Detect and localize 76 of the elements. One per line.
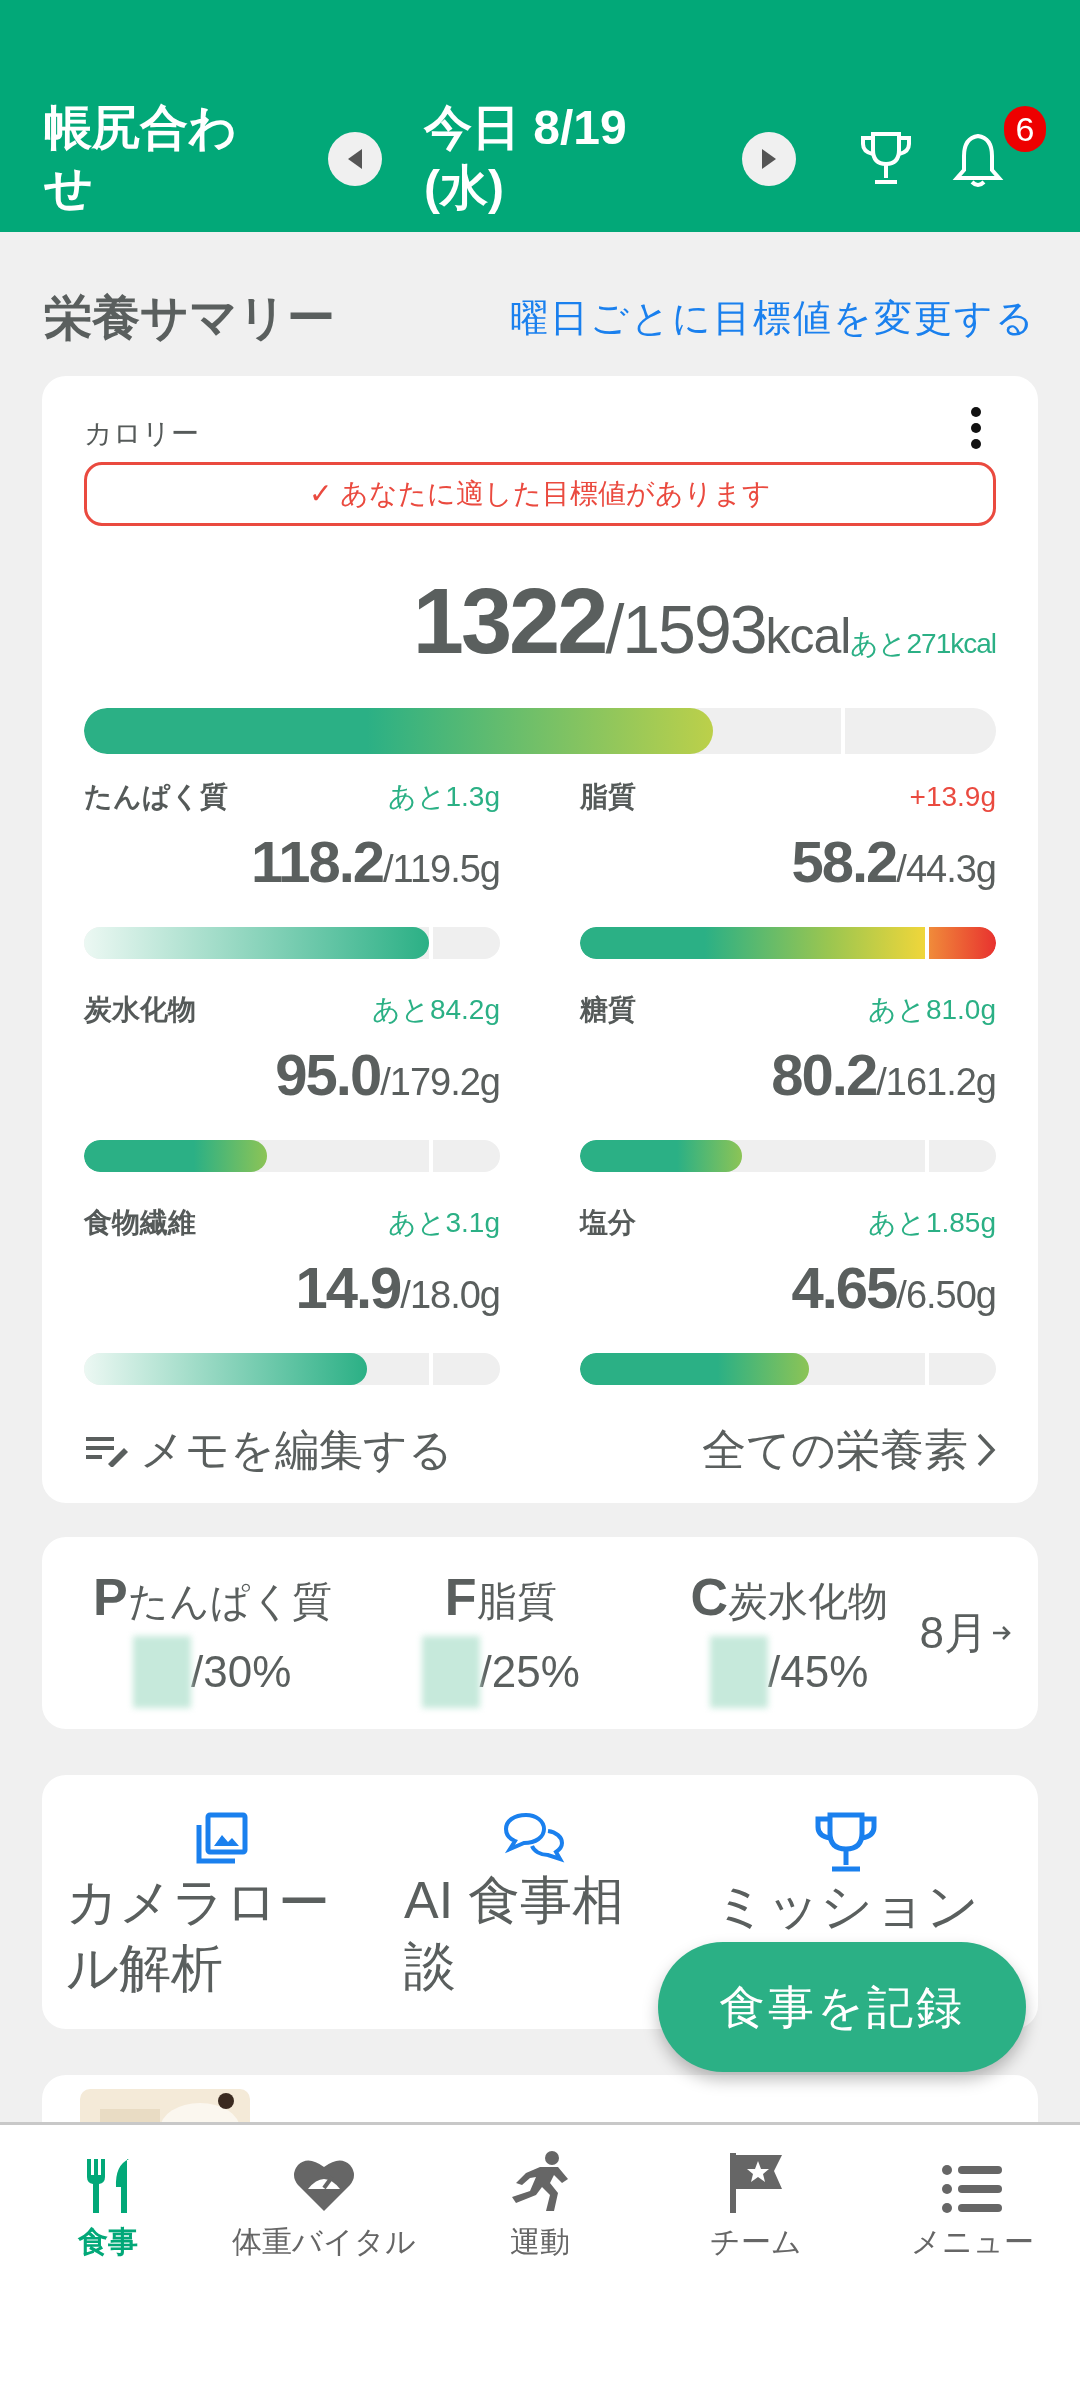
- blurred-value: [710, 1636, 769, 1708]
- nutrient-target: /179.2g: [380, 1061, 500, 1105]
- right-triangle-icon: [760, 148, 778, 170]
- nutrient-label: 糖質: [580, 993, 636, 1027]
- arrow-right-icon: [992, 1624, 1012, 1642]
- nutrient-target: /161.2g: [876, 1061, 996, 1105]
- macro-label: 脂質: [476, 1578, 557, 1625]
- nutrient-remaining: +13.9g: [909, 780, 996, 814]
- left-triangle-icon: [346, 148, 364, 170]
- macro-letter: C: [690, 1567, 729, 1628]
- calorie-remaining: あと271kcal: [850, 627, 996, 661]
- nutrient-label: 炭水化物: [84, 993, 196, 1027]
- section-title: 栄養サマリー: [44, 290, 335, 346]
- more-vertical-icon: [970, 406, 982, 450]
- month-label: 8月: [919, 1607, 988, 1659]
- star-flag-icon: [728, 2151, 784, 2213]
- runner-icon: [510, 2151, 570, 2213]
- recommended-target-notice[interactable]: ✓ あなたに適した目標値があります: [84, 462, 996, 526]
- nutrient-remaining: あと1.85g: [867, 1206, 996, 1240]
- macro-letter: P: [92, 1567, 128, 1628]
- edit-memo-button[interactable]: メモを編集する: [84, 1417, 453, 1483]
- pfc-balance-card[interactable]: Pたんぱく質 /30% F脂質 /25% C炭水化物 /45% 8月: [42, 1537, 1038, 1729]
- bell-icon: [952, 132, 1004, 188]
- macro-label: たんぱく質: [127, 1578, 332, 1625]
- nutrient-label: 食物繊維: [84, 1206, 196, 1240]
- nutrient-target: /119.5g: [383, 848, 500, 892]
- macro-target-ratio: /45%: [768, 1646, 869, 1698]
- trophy-icon: [813, 1811, 879, 1873]
- nutrient-label: たんぱく質: [84, 780, 228, 814]
- image-gallery-icon: [195, 1811, 249, 1865]
- shortcut-button[interactable]: ミッション: [690, 1811, 1002, 1939]
- nutrient-remaining: あと3.1g: [387, 1206, 500, 1240]
- nutrient-intake: 58.2: [791, 828, 897, 896]
- nav-tab[interactable]: 食事: [0, 2149, 216, 2264]
- previous-day-button[interactable]: [328, 132, 382, 186]
- nutrient-intake: 4.65: [791, 1254, 897, 1322]
- fork-knife-icon: [85, 2157, 131, 2213]
- notifications-button[interactable]: [952, 132, 1004, 188]
- nav-tab[interactable]: 運動: [432, 2149, 648, 2264]
- nutrient-label: 塩分: [580, 1206, 636, 1240]
- date-label: 今日 8/19 (水): [424, 100, 628, 216]
- calorie-unit: kcal: [765, 607, 851, 666]
- macro-target-ratio: /30%: [191, 1646, 292, 1698]
- chevron-right-icon: [976, 1432, 996, 1468]
- nutrient-target: /44.3g: [896, 848, 996, 892]
- nav-tab[interactable]: 体重バイタル: [216, 2149, 432, 2264]
- blurred-value: [133, 1636, 192, 1708]
- chat-bubbles-icon: [502, 1811, 566, 1863]
- macro-letter: F: [444, 1567, 477, 1628]
- nutrient-remaining: あと84.2g: [371, 993, 500, 1027]
- all-nutrients-link[interactable]: 全ての栄養素: [702, 1417, 996, 1483]
- notification-badge: 6: [1004, 106, 1046, 152]
- calorie-label: カロリー: [84, 417, 199, 451]
- macro-label: 炭水化物: [728, 1579, 889, 1625]
- trophy-icon: [859, 130, 913, 186]
- nutrient-intake: 95.0: [275, 1041, 381, 1109]
- nutrient-target: /6.50g: [896, 1274, 996, 1318]
- calorie-intake: 1322: [412, 569, 606, 674]
- nutrient-remaining: あと1.3g: [387, 780, 500, 814]
- nutrient-remaining: あと81.0g: [867, 993, 996, 1027]
- nav-tab[interactable]: メニュー: [864, 2149, 1080, 2264]
- nutrient-label: 脂質: [580, 780, 636, 814]
- nutrient-target: /18.0g: [400, 1274, 500, 1318]
- next-day-button[interactable]: [742, 132, 796, 186]
- nutrient-intake: 14.9: [295, 1254, 401, 1322]
- menu-icon: [942, 2165, 1002, 2213]
- page-title: 帳尻合わせ: [44, 100, 238, 216]
- nutrient-intake: 118.2: [251, 828, 384, 896]
- calorie-target: /1593: [605, 591, 766, 669]
- heart-gauge-icon: [292, 2157, 356, 2213]
- blurred-value: [421, 1636, 480, 1708]
- nutrient-intake: 80.2: [771, 1041, 877, 1109]
- macro-target-ratio: /25%: [479, 1646, 580, 1698]
- nav-tab[interactable]: チーム: [648, 2149, 864, 2264]
- shortcut-button[interactable]: カメラロール解析: [66, 1811, 378, 2001]
- change-targets-link[interactable]: 曜日ごとに目標値を変更する: [510, 289, 1036, 347]
